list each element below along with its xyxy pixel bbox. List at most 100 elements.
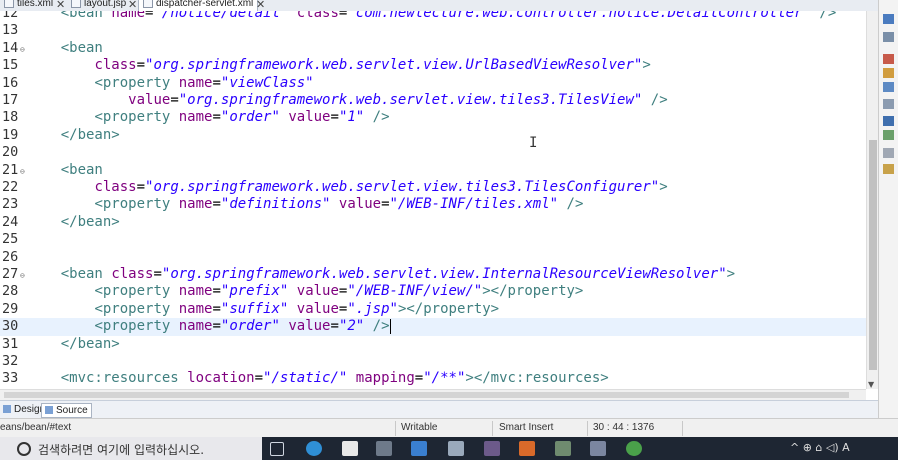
system-tray[interactable]: ^ ⊕ ⌂ ◁) A [790,441,850,454]
app-icon[interactable] [519,441,535,456]
code-line[interactable]: 22 class="org.springframework.web.servle… [0,179,866,196]
tab-label: layout.jsp [84,0,127,9]
line-number: 18 [2,109,19,126]
code-text: <property name="order" value="1" /> [94,109,390,126]
scrollbar-thumb[interactable] [4,392,849,398]
right-toolbar [878,0,898,437]
line-number: 24 [2,213,19,230]
app-icon[interactable] [555,441,571,456]
search-icon [17,442,31,456]
code-text: <property name="suffix" value=".jsp"></p… [94,300,500,317]
code-line[interactable]: 30 <property name="order" value="2" /> [0,318,866,336]
close-icon[interactable]: ✕ [128,0,137,11]
code-line[interactable]: 18 <property name="order" value="1" /> [0,109,866,126]
status-divider [587,421,588,436]
code-line[interactable]: 12 <bean name="/notice/detail" class="co… [0,11,866,22]
code-line[interactable]: 15 class="org.springframework.web.servle… [0,57,866,74]
code-line[interactable]: 20 [0,144,866,161]
line-number: 30 [2,318,19,335]
code-line[interactable]: 28 <property name="prefix" value="/WEB-I… [0,283,866,300]
line-number: 16 [2,74,19,91]
tab-layout-jsp[interactable]: layout.jsp [67,0,130,11]
task-view-icon[interactable] [270,442,284,456]
code-line[interactable]: 33 <mvc:resources location="/static/" ma… [0,370,866,387]
javadoc-icon[interactable] [883,68,894,78]
fold-toggle-icon[interactable]: ⊖ [20,163,25,180]
code-text: </bean> [60,213,120,230]
properties-icon[interactable] [883,148,894,158]
line-number: 31 [2,335,19,352]
line-number: 19 [2,126,19,143]
horizontal-scrollbar[interactable] [0,389,866,400]
scrollbar-thumb[interactable] [869,140,877,370]
status-insert-mode: Smart Insert [499,422,554,433]
code-text: <mvc:resources location="/static/" mappi… [60,370,609,387]
close-icon[interactable]: ✕ [56,0,65,11]
code-line[interactable]: 19 </bean> [0,127,866,144]
code-text: <bean [60,39,103,56]
code-line[interactable]: 27 ⊖ <bean class="org.springframework.web… [0,266,866,283]
status-divider [682,421,683,436]
jsp-file-icon [71,0,81,9]
app-icon[interactable] [590,441,606,456]
edge-browser-icon[interactable] [306,441,322,456]
code-line[interactable]: 21 ⊖ <bean [0,162,866,179]
tab-dispatcher-servlet-xml[interactable]: dispatcher-servlet.xml [138,0,259,11]
code-line[interactable]: 24 </bean> [0,214,866,231]
close-icon[interactable]: ✕ [256,0,265,11]
code-line[interactable]: 26 [0,249,866,266]
task-list-icon[interactable] [883,32,894,42]
line-number: 26 [2,248,19,265]
problems-icon[interactable] [883,54,894,64]
file-explorer-icon[interactable] [342,441,358,456]
status-cursor-position: 30 : 44 : 1376 [593,422,655,433]
code-line[interactable]: 13 [0,22,866,39]
servers-icon[interactable] [883,130,894,140]
line-number: 28 [2,283,19,300]
code-line[interactable]: 14 ⊖ <bean [0,40,866,57]
xml-file-icon [143,0,153,9]
line-number: 12 [2,11,19,21]
xml-file-icon [4,0,14,9]
code-line[interactable]: 32 [0,353,866,370]
line-number: 13 [2,22,19,39]
mail-icon[interactable] [411,441,427,456]
snippets-icon[interactable] [883,164,894,174]
line-number: 32 [2,353,19,369]
code-text: <property name="prefix" value="/WEB-INF/… [94,283,584,300]
line-number: 33 [2,370,19,387]
line-number: 29 [2,300,19,317]
code-line[interactable]: 23 <property name="definitions" value="/… [0,196,866,213]
outline-icon[interactable] [883,14,894,24]
code-text: <property name="definitions" value="/WEB… [94,196,584,213]
tab-source-label: Source [56,405,88,416]
declaration-icon[interactable] [883,82,894,92]
console-icon[interactable] [883,116,894,126]
tab-label: dispatcher-servlet.xml [156,0,254,9]
taskbar-search-box[interactable]: 검색하려면 여기에 입력하십시오. [0,437,262,460]
app-icon[interactable] [448,441,464,456]
code-line[interactable]: 29 <property name="suffix" value=".jsp">… [0,301,866,318]
source-icon [45,406,53,415]
eclipse-icon[interactable] [484,441,500,456]
code-line[interactable]: 25 [0,231,866,248]
line-number: 15 [2,57,19,74]
code-text: <bean name="/notice/detail" class="com.n… [60,11,837,21]
tab-source[interactable]: Source [41,403,92,418]
code-line[interactable]: 16 <property name="viewClass" [0,75,866,92]
code-line[interactable]: 31 </bean> [0,336,866,353]
status-bar: eans/bean/#text Writable Smart Insert 30… [0,418,898,438]
line-number: 21 [2,161,19,178]
code-editor[interactable]: 12 <bean name="/notice/detail" class="co… [0,11,866,399]
scroll-down-icon[interactable]: ▼ [868,380,874,389]
fold-toggle-icon[interactable]: ⊖ [20,41,25,58]
search-view-icon[interactable] [883,99,894,109]
store-icon[interactable] [376,441,392,456]
line-number: 20 [2,144,19,161]
tab-tiles-xml[interactable]: tiles.xml [0,0,57,11]
status-divider [492,421,493,436]
fold-toggle-icon[interactable]: ⊖ [20,267,25,284]
spring-tool-suite-icon[interactable] [626,441,642,456]
line-number: 14 [2,39,19,56]
code-line[interactable]: 17 value="org.springframework.web.servle… [0,92,866,109]
